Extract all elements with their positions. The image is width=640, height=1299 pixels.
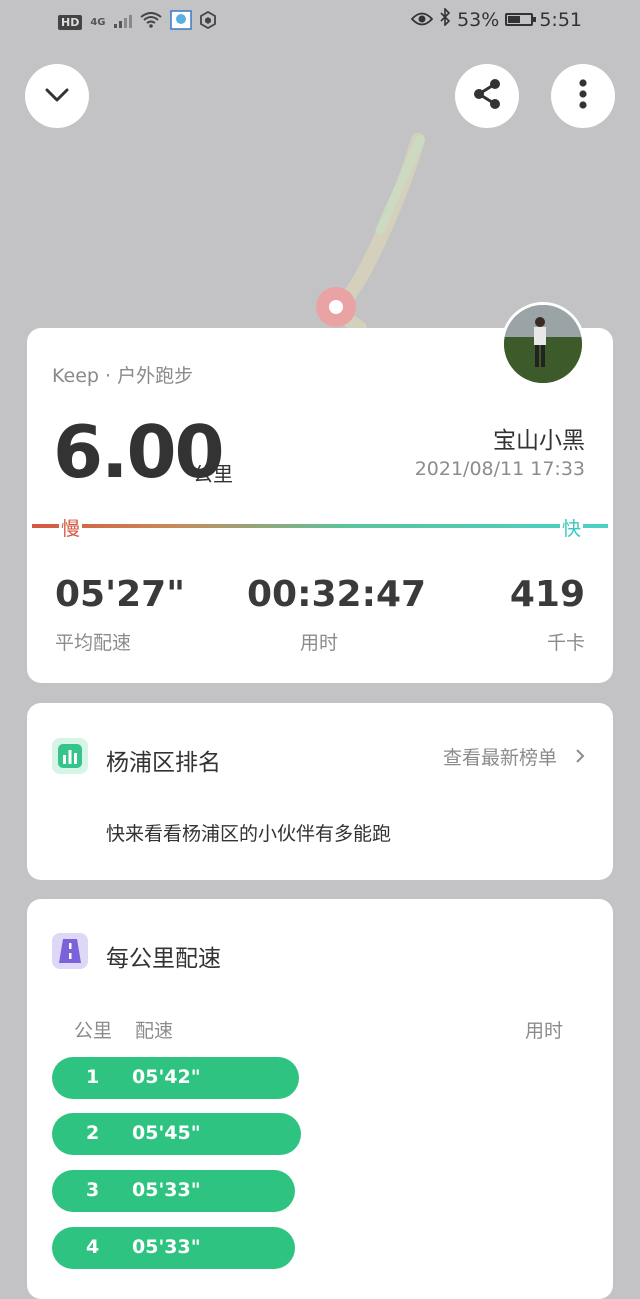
duration-label: 用时 — [300, 632, 339, 654]
split-km: 2 — [86, 1122, 100, 1144]
fast-label: 快 — [559, 514, 583, 541]
split-row: 2 05'45" — [52, 1113, 301, 1155]
view-leaderboard-label: 查看最新榜单 — [442, 747, 557, 769]
split-pace: 05'33" — [132, 1179, 201, 1201]
bar-chart-icon — [52, 738, 88, 774]
workout-source: Keep · 户外跑步 — [52, 365, 194, 387]
avatar[interactable] — [501, 302, 585, 386]
split-row: 1 05'42" — [52, 1057, 299, 1099]
per-km-pace-card[interactable]: 每公里配速 公里 配速 用时 1 05'42" 2 05'45" 3 05'33… — [27, 899, 613, 1299]
route-path-overlay — [375, 135, 425, 235]
road-icon — [52, 933, 88, 969]
avg-pace-label: 平均配速 — [55, 632, 132, 654]
share-button[interactable] — [455, 64, 519, 128]
col-header-km: 公里 — [74, 1020, 113, 1042]
split-km: 1 — [86, 1066, 100, 1088]
pace-gradient-bar — [32, 524, 608, 528]
district-ranking-card[interactable]: 杨浦区排名 查看最新榜单 快来看看杨浦区的小伙伴有多能跑 — [27, 703, 613, 880]
chevron-right-icon — [575, 747, 585, 769]
route-map[interactable] — [0, 0, 640, 340]
route-start-marker-dot — [329, 300, 343, 314]
col-header-time: 用时 — [524, 1020, 563, 1042]
workout-summary-card[interactable]: Keep · 户外跑步 6.00 公里 宝山小黑 2021/08/11 17:3… — [27, 302, 613, 683]
col-header-pace: 配速 — [135, 1020, 174, 1042]
slow-label: 慢 — [59, 514, 83, 541]
calories-label: 千卡 — [546, 632, 585, 654]
split-km: 4 — [86, 1236, 100, 1258]
calories-value: 419 — [509, 574, 585, 615]
ranking-title: 杨浦区排名 — [106, 750, 221, 776]
split-row: 4 05'33" — [52, 1227, 295, 1269]
splits-title: 每公里配速 — [106, 946, 221, 972]
username[interactable]: 宝山小黑 — [493, 421, 585, 455]
split-pace: 05'45" — [132, 1122, 201, 1144]
split-pace: 05'42" — [132, 1066, 201, 1088]
split-km: 3 — [86, 1179, 100, 1201]
avatar-figure — [504, 305, 582, 383]
collapse-button[interactable] — [25, 64, 89, 128]
more-vertical-icon — [579, 79, 587, 113]
chevron-down-icon — [45, 87, 69, 106]
ranking-description: 快来看看杨浦区的小伙伴有多能跑 — [106, 823, 392, 845]
share-icon — [472, 78, 502, 114]
split-pace: 05'33" — [132, 1236, 201, 1258]
duration-value: 00:32:47 — [247, 574, 427, 615]
avg-pace-value: 05'27" — [55, 574, 185, 615]
view-leaderboard-link[interactable]: 查看最新榜单 — [443, 743, 585, 770]
workout-datetime: 2021/08/11 17:33 — [414, 458, 585, 480]
distance-unit: 公里 — [193, 462, 233, 486]
split-row: 3 05'33" — [52, 1170, 295, 1212]
more-button[interactable] — [551, 64, 615, 128]
